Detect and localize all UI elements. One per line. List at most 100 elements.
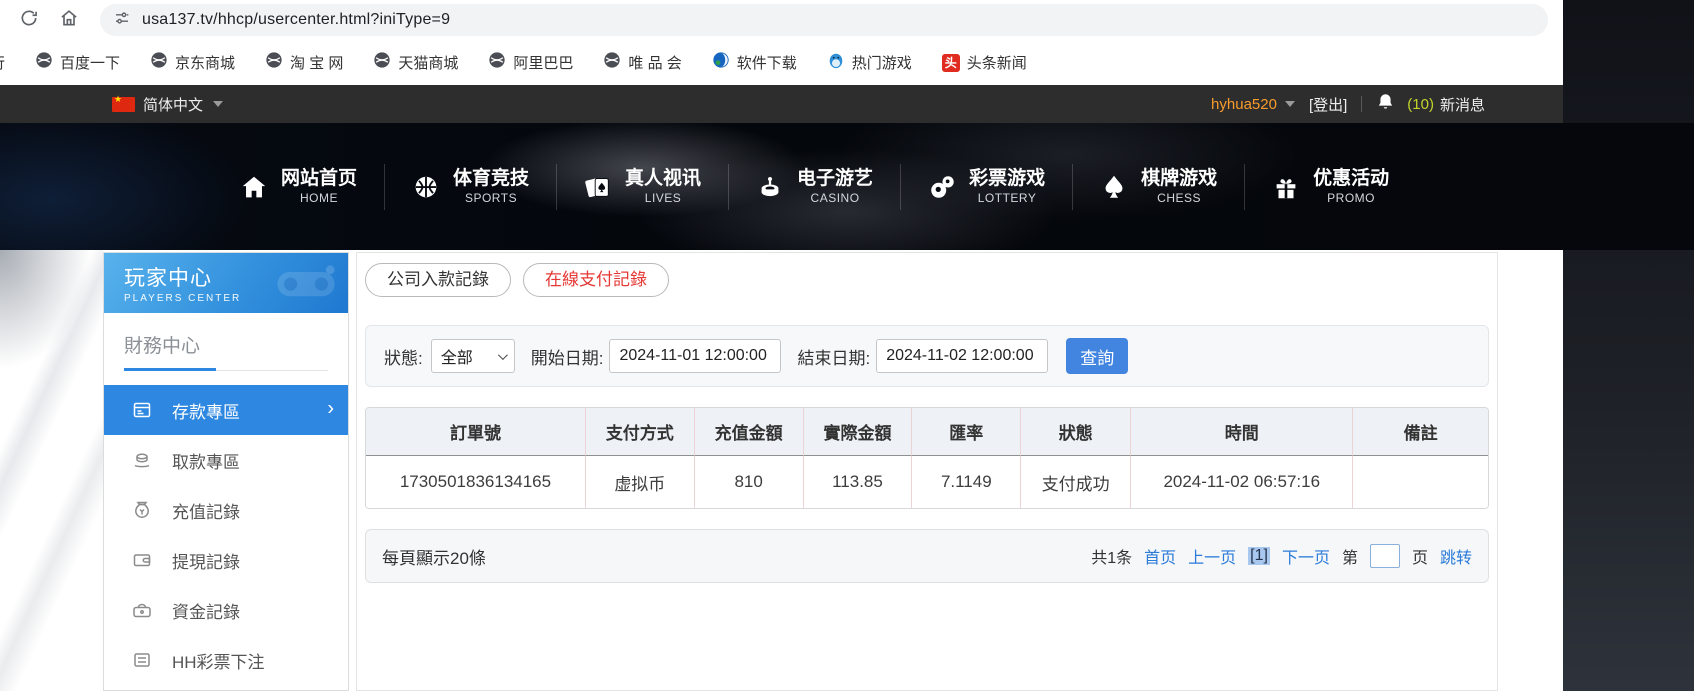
sidebar-item-label: 資金記錄 — [172, 598, 240, 623]
col-recharge-amount: 充值金額 — [695, 408, 804, 456]
cell-pay-method: 虚拟币 — [586, 456, 695, 508]
reload-icon — [19, 8, 39, 33]
cell-status: 支付成功 — [1021, 456, 1131, 508]
col-pay-method: 支付方式 — [586, 408, 695, 456]
nav-label-en: LIVES — [645, 191, 682, 206]
bookmark-tmall[interactable]: 天猫商城 — [373, 51, 458, 74]
chevron-down-icon — [213, 101, 223, 107]
message-count: (10) — [1407, 96, 1434, 113]
status-select-value: 全部 — [441, 344, 473, 368]
page-jump-input[interactable] — [1370, 544, 1400, 568]
username-link[interactable]: hyhua520 — [1211, 96, 1277, 113]
chevron-right-icon: › — [327, 398, 334, 421]
bookmark-toutiao[interactable]: 头 头条新闻 — [942, 52, 1027, 73]
chevron-down-icon[interactable] — [1285, 101, 1295, 107]
bookmark-label: 唯 品 会 — [628, 52, 681, 73]
site-settings-icon[interactable] — [114, 10, 130, 31]
sidebar-item-hh-lottery-bets[interactable]: HH彩票下注 — [104, 635, 348, 685]
bookmark-vip[interactable]: 唯 品 会 — [603, 51, 681, 74]
records-table: 訂單號 支付方式 充值金額 實際金額 匯率 狀態 時間 備註 173050183… — [365, 407, 1489, 509]
tab-company-deposit-records[interactable]: 公司入款記錄 — [365, 263, 511, 297]
globe-icon — [488, 51, 506, 74]
language-selector[interactable]: ★ 简体中文 — [112, 94, 223, 115]
nav-item-lives[interactable]: 真人视讯LIVES — [556, 167, 728, 206]
logout-link[interactable]: [登出] — [1309, 94, 1347, 115]
penguin-icon — [827, 51, 845, 74]
pager: 共1条 首页 上一页 [1] 下一页 第 页 跳转 — [1091, 544, 1472, 568]
divider — [1361, 96, 1362, 112]
col-time: 時間 — [1131, 408, 1353, 456]
basketball-icon — [411, 172, 441, 202]
bookmark-alibaba[interactable]: 阿里巴巴 — [488, 51, 573, 74]
bookmark-jd[interactable]: 京东商城 — [150, 51, 235, 74]
nav-label-zh: 彩票游戏 — [969, 167, 1045, 191]
spade-icon — [1099, 172, 1129, 202]
hero-banner: 网站首页HOME 体育竞技SPORTS 真人视讯LIVES 电子游艺CASINO — [0, 123, 1694, 250]
finance-section: 財務中心 — [104, 313, 348, 371]
bookmark-software-download[interactable]: 软件下载 — [712, 51, 797, 74]
current-page: [1] — [1248, 547, 1270, 565]
nav-label-en: LOTTERY — [978, 191, 1037, 206]
nav-item-sports[interactable]: 体育竞技SPORTS — [384, 167, 556, 206]
next-page-link[interactable]: 下一页 — [1282, 544, 1330, 568]
reload-button[interactable] — [12, 3, 46, 37]
nav-item-lottery[interactable]: 彩票游戏LOTTERY — [900, 167, 1072, 206]
nav-label-en: CASINO — [811, 191, 860, 206]
bookmark-label: 淘 宝 网 — [290, 52, 343, 73]
gamepad-icon — [270, 261, 342, 310]
nav-label-en: PROMO — [1327, 191, 1375, 206]
nav-item-home[interactable]: 网站首页HOME — [212, 167, 384, 206]
search-button[interactable]: 查詢 — [1066, 338, 1128, 374]
messages-link[interactable]: 新消息 — [1440, 94, 1485, 115]
globe-icon — [603, 51, 621, 74]
prev-page-link[interactable]: 上一页 — [1188, 544, 1236, 568]
bookmark-taobao[interactable]: 淘 宝 网 — [265, 51, 343, 74]
globe-icon — [373, 51, 391, 74]
col-status: 狀態 — [1021, 408, 1131, 456]
table-row: 1730501836134165 虚拟币 810 113.85 7.1149 支… — [366, 456, 1488, 508]
bookmark-hot-games[interactable]: 热门游戏 — [827, 51, 912, 74]
end-date-label: 結束日期: — [797, 344, 870, 369]
china-flag-icon: ★ — [112, 97, 135, 112]
sidebar-item-label: 提現記錄 — [172, 548, 240, 573]
jump-prefix: 第 — [1342, 544, 1358, 568]
total-count: 共1条 — [1091, 544, 1132, 568]
status-select[interactable]: 全部 — [431, 339, 515, 373]
cell-rate: 7.1149 — [912, 456, 1021, 508]
gift-icon — [1271, 172, 1301, 202]
chevron-down-icon — [498, 350, 508, 360]
sidebar-item-label: 充值記錄 — [172, 498, 240, 523]
url-text: usa137.tv/hhcp/usercenter.html?iniType=9 — [142, 11, 450, 29]
globe-icon — [265, 51, 283, 74]
nav-item-promo[interactable]: 优惠活动PROMO — [1244, 167, 1416, 206]
address-bar[interactable]: usa137.tv/hhcp/usercenter.html?iniType=9 — [100, 4, 1548, 36]
bookmark-label: 软件下载 — [737, 52, 797, 73]
sidebar-item-withdraw[interactable]: 取款專區 — [104, 435, 348, 485]
sidebar-item-recharge-record[interactable]: 充值記錄 — [104, 485, 348, 535]
nav-label-zh: 棋牌游戏 — [1141, 167, 1217, 191]
main-nav: 网站首页HOME 体育竞技SPORTS 真人视讯LIVES 电子游艺CASINO — [212, 123, 1416, 250]
record-tabs: 公司入款記錄 在線支付記錄 — [365, 263, 669, 297]
sidebar-item-withdrawal-record[interactable]: 提現記錄 — [104, 535, 348, 585]
bookmark-clipped[interactable]: 行 — [0, 52, 5, 73]
nav-item-casino[interactable]: 电子游艺CASINO — [728, 167, 900, 206]
player-center-sidebar: 玩家中心 PLAYERS CENTER 財務中心 存款專區 › 取款專區 — [103, 252, 349, 691]
cards-icon — [583, 172, 613, 202]
bell-icon[interactable] — [1376, 92, 1395, 116]
sidebar-item-fund-record[interactable]: 資金記錄 — [104, 585, 348, 635]
content-panel: 公司入款記錄 在線支付記錄 狀態: 全部 開始日期: 結束日期: 查詢 — [356, 252, 1498, 691]
end-date-input[interactable] — [876, 339, 1048, 373]
jump-link[interactable]: 跳转 — [1440, 544, 1472, 568]
nav-label-zh: 优惠活动 — [1313, 167, 1389, 191]
tab-online-payment-records[interactable]: 在線支付記錄 — [523, 263, 669, 297]
nav-item-chess[interactable]: 棋牌游戏CHESS — [1072, 167, 1244, 206]
cell-recharge-amount: 810 — [695, 456, 804, 508]
first-page-link[interactable]: 首页 — [1144, 544, 1176, 568]
home-button[interactable] — [52, 3, 86, 37]
list-icon — [132, 650, 152, 670]
bookmark-baidu[interactable]: 百度一下 — [35, 51, 120, 74]
col-rate: 匯率 — [912, 408, 1021, 456]
sidebar-item-deposit[interactable]: 存款專區 › — [104, 385, 348, 435]
filter-panel: 狀態: 全部 開始日期: 結束日期: 查詢 — [365, 325, 1489, 387]
start-date-input[interactable] — [609, 339, 781, 373]
